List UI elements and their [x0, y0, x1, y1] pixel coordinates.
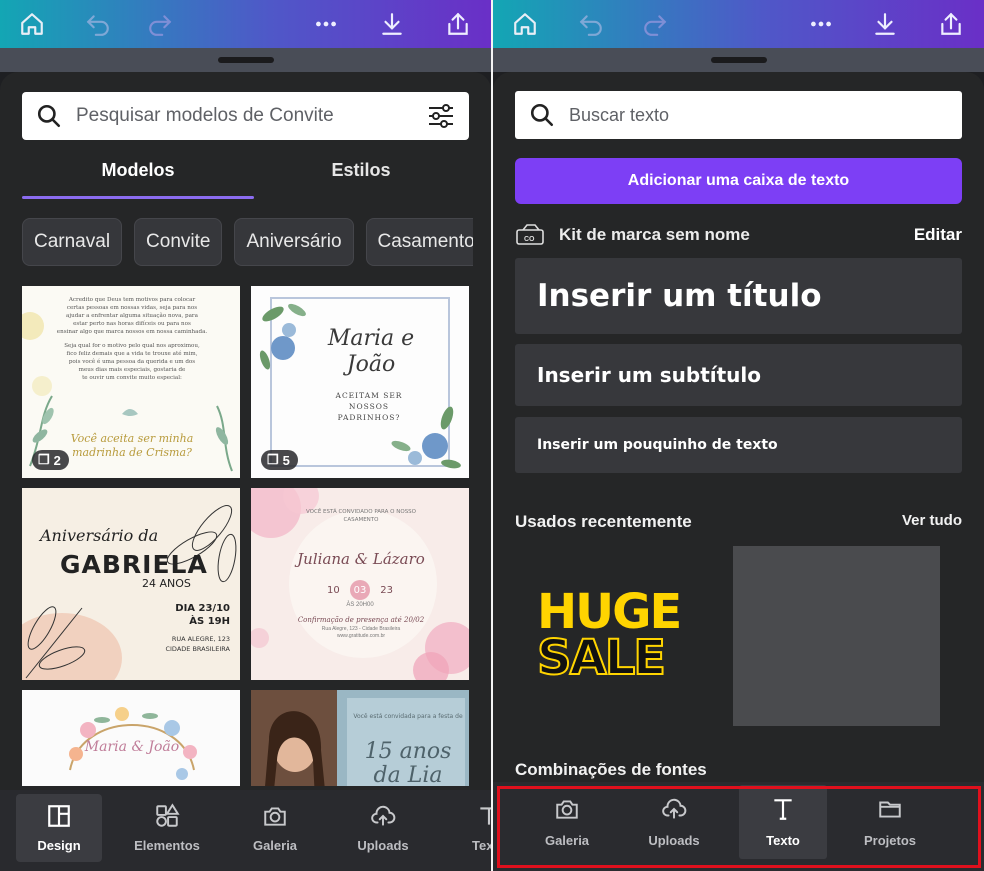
page-count-badge: ❐ 2	[32, 450, 69, 470]
card-address: RUA ALEGRE, 123 CIDADE BRASILEIRA	[165, 635, 230, 653]
highlight-annotation-box	[497, 786, 981, 868]
font-combos-title: Combinações de fontes	[515, 760, 707, 779]
template-search-input[interactable]: Pesquisar modelos de Convite	[22, 92, 469, 140]
insert-subtitle-option[interactable]: Inserir um subtítulo	[515, 344, 962, 406]
cloud-upload-icon	[370, 803, 396, 832]
more-icon[interactable]	[803, 6, 839, 42]
brand-kit-icon: CO	[515, 222, 547, 248]
text-icon	[476, 803, 491, 832]
template-card-gabriela[interactable]: Aniversário da GABRIELA 24 ANOS DIA 23/1…	[22, 488, 240, 680]
template-card-wreath[interactable]: Maria & João	[22, 690, 240, 786]
text-search-input[interactable]: Buscar texto	[515, 91, 962, 139]
page-count-badge: ❐ 5	[261, 450, 298, 470]
left-screen: Pesquisar modelos de Convite Modelos Est…	[0, 0, 491, 871]
filter-icon[interactable]	[413, 103, 469, 129]
nav-uploads[interactable]: Uploads	[340, 794, 426, 862]
redo-icon[interactable]	[142, 6, 178, 42]
huge-text: HUGE	[537, 584, 682, 640]
design-icon	[46, 803, 72, 832]
tab-estilos[interactable]: Estilos	[245, 160, 477, 200]
chip-convite[interactable]: Convite	[134, 218, 223, 266]
home-icon[interactable]	[14, 6, 50, 42]
add-text-box-button[interactable]: Adicionar uma caixa de texto	[515, 158, 962, 204]
redo-icon[interactable]	[637, 6, 673, 42]
recent-section-title: Usados recentemente	[515, 512, 692, 531]
template-card-juliana[interactable]: VOCÊ ESTÁ CONVIDADO PARA O NOSSO CASAMEN…	[251, 488, 469, 680]
search-icon	[22, 103, 76, 129]
card-script: Maria & João	[84, 739, 180, 755]
search-placeholder: Buscar texto	[569, 104, 670, 125]
brand-kit-row: CO Kit de marca sem nome Editar	[515, 218, 962, 252]
search-placeholder: Pesquisar modelos de Convite	[76, 105, 334, 126]
nav-elementos[interactable]: Elementos	[124, 794, 210, 862]
bottom-nav: Design Elementos Galeria Uploads Texto	[0, 790, 491, 871]
search-icon	[515, 102, 569, 128]
svg-text:CO: CO	[524, 236, 535, 243]
see-all-link[interactable]: Ver tudo	[902, 512, 962, 529]
card-script: 15 anos da Lia	[364, 739, 452, 787]
more-icon[interactable]	[308, 6, 344, 42]
template-card-15anos[interactable]: Você está convidada para a festa de 15 a…	[251, 690, 469, 786]
card-date-row: 10 03 23	[327, 580, 393, 600]
home-icon[interactable]	[507, 6, 543, 42]
drag-handle[interactable]	[710, 57, 767, 63]
nav-galeria[interactable]: Galeria	[232, 794, 318, 862]
undo-icon[interactable]	[80, 6, 116, 42]
chip-aniversario[interactable]: Aniversário	[234, 218, 354, 266]
card-script-title: Aniversário da	[40, 526, 159, 545]
elements-icon	[154, 803, 180, 832]
insert-body-option[interactable]: Inserir um pouquinho de texto	[515, 417, 962, 473]
brand-kit-label: Kit de marca sem nome	[559, 225, 750, 244]
edit-brand-kit-link[interactable]: Editar	[914, 225, 962, 245]
sale-text: SALE	[536, 630, 667, 686]
camera-icon	[262, 803, 288, 832]
card-top-text: VOCÊ ESTÁ CONVIDADO PARA O NOSSO CASAMEN…	[305, 509, 417, 523]
card-script-text: Você aceita ser minha madrinha de Crisma…	[70, 432, 194, 459]
share-icon[interactable]	[440, 6, 476, 42]
card-top-text: Você está convidada para a festa de	[353, 713, 463, 720]
nav-texto[interactable]: Texto	[448, 794, 491, 862]
active-tab-indicator	[22, 196, 254, 199]
pages-icon: ❐	[267, 452, 279, 467]
undo-icon[interactable]	[573, 6, 609, 42]
card-rsvp: Confirmação de presença até 20/02	[297, 616, 425, 624]
top-toolbar	[493, 0, 984, 48]
chip-casamento[interactable]: Casamento	[365, 218, 473, 266]
card-date: DIA 23/10 ÀS 19H	[175, 603, 230, 627]
pages-icon: ❐	[38, 452, 50, 467]
template-card-padrinhos[interactable]: Maria e João ACEITAM SER NOSSOS PADRINHO…	[251, 286, 469, 478]
right-screen: Buscar texto Adicionar uma caixa de text…	[493, 0, 984, 871]
chip-carnaval[interactable]: Carnaval	[22, 218, 123, 266]
tab-modelos[interactable]: Modelos	[22, 160, 254, 200]
card-couple-names: Maria e João	[327, 326, 415, 377]
category-chips: Carnaval Convite Aniversário Casamento	[22, 218, 473, 266]
card-address: Rua Alegre, 123 - Cidade Brasileira www.g…	[321, 626, 401, 639]
download-icon[interactable]	[867, 6, 903, 42]
top-toolbar	[0, 0, 491, 48]
card-couple-names: Juliana & Lázaro	[297, 550, 425, 568]
card-name: GABRIELA	[60, 550, 208, 579]
templates-grid: Acredito que Deus tem motivos para coloc…	[22, 286, 469, 786]
share-icon[interactable]	[933, 6, 969, 42]
nav-design[interactable]: Design	[16, 794, 102, 862]
download-icon[interactable]	[374, 6, 410, 42]
insert-title-option[interactable]: Inserir um título	[515, 258, 962, 334]
card-body-text: Acredito que Deus tem motivos para coloc…	[56, 297, 208, 381]
card-age: 24 ANOS	[142, 577, 191, 590]
template-card-crisma[interactable]: Acredito que Deus tem motivos para coloc…	[22, 286, 240, 478]
huge-sale-text-preset[interactable]: HUGE SALE	[536, 584, 707, 686]
recent-text-preset-placeholder[interactable]	[733, 546, 940, 726]
drag-handle[interactable]	[217, 57, 274, 63]
card-time: ÀS 20H00	[346, 602, 374, 608]
card-subtitle: ACEITAM SER NOSSOS PADRINHOS?	[335, 391, 403, 422]
